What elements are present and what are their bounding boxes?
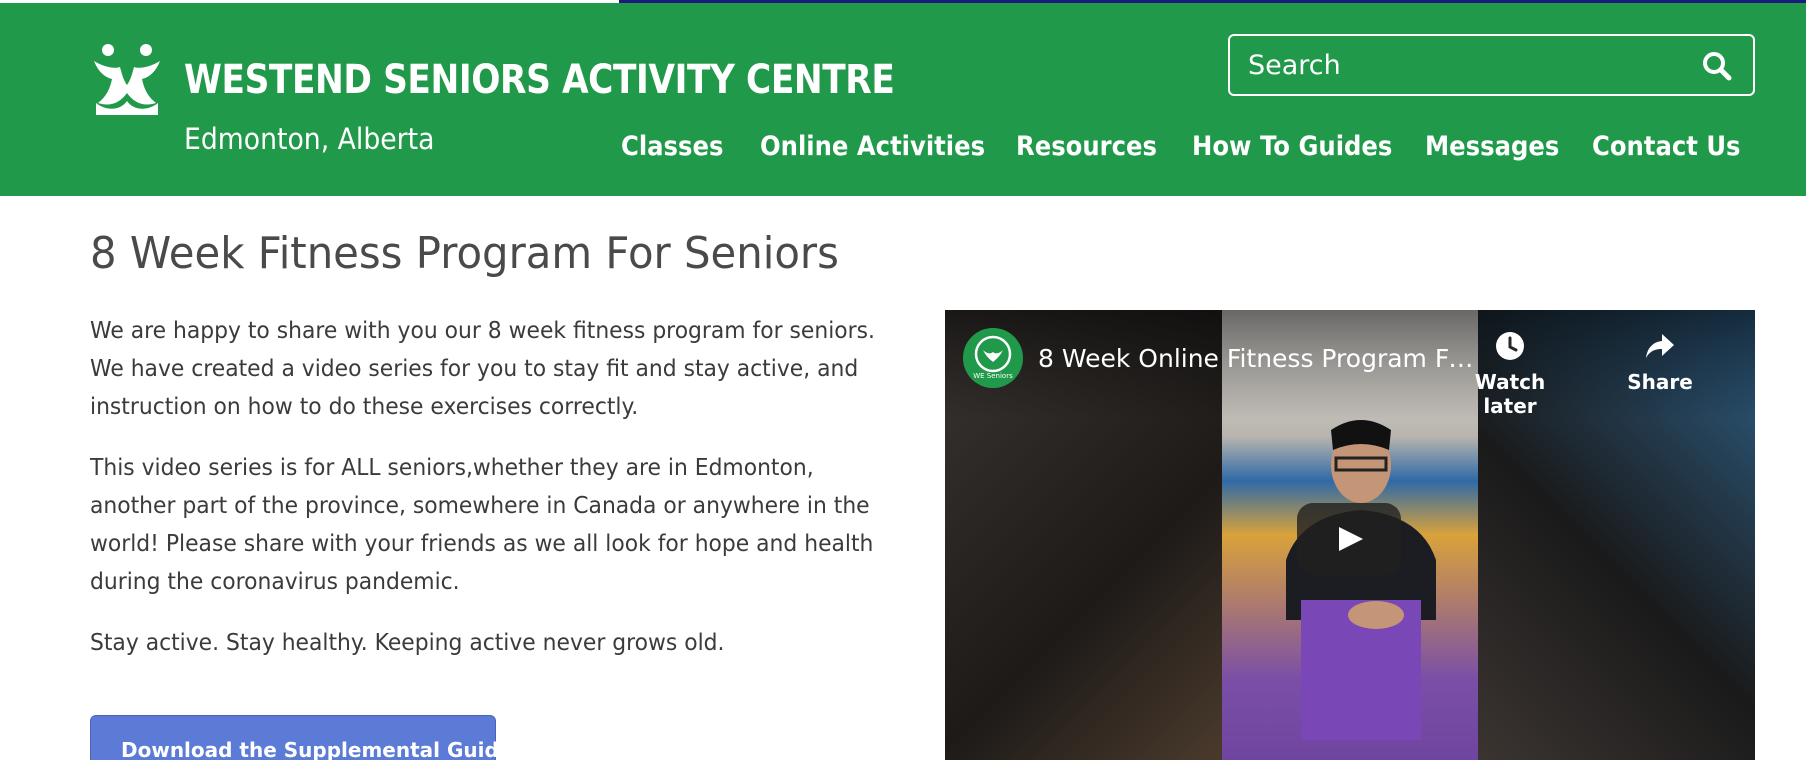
search-box xyxy=(1228,34,1755,96)
audience-paragraph: This video series is for ALL seniors,whe… xyxy=(90,455,874,595)
watch-later-button[interactable]: Watch later xyxy=(1455,330,1565,418)
download-guide-button[interactable]: Download the Supplemental Guide > xyxy=(90,715,536,760)
page-title: 8 Week Fitness Program For Seniors xyxy=(90,228,839,279)
page-content: We are happy to share with you our 8 wee… xyxy=(90,312,890,685)
site-header: WESTEND SENIORS ACTIVITY CENTRE Edmonton… xyxy=(0,3,1806,196)
main-nav: Classes Online Activities Resources How … xyxy=(0,131,1806,173)
nav-item-resources[interactable]: Resources xyxy=(1016,131,1157,162)
share-button[interactable]: Share xyxy=(1605,330,1715,394)
intro-paragraph: We are happy to share with you our 8 wee… xyxy=(90,318,875,420)
nav-item-classes[interactable]: Classes xyxy=(621,131,723,162)
site-title[interactable]: WESTEND SENIORS ACTIVITY CENTRE xyxy=(184,57,895,103)
watch-later-label: Watch later xyxy=(1474,370,1546,418)
play-icon xyxy=(1339,527,1363,551)
channel-logo-text: WE Seniors xyxy=(973,372,1013,380)
search-icon[interactable] xyxy=(1701,50,1733,82)
motto-paragraph: Stay active. Stay healthy. Keeping activ… xyxy=(90,630,725,656)
nav-item-contact-us[interactable]: Contact Us xyxy=(1592,131,1741,162)
share-icon xyxy=(1646,334,1674,358)
clock-icon xyxy=(1496,332,1524,360)
nav-item-messages[interactable]: Messages xyxy=(1425,131,1559,162)
share-label: Share xyxy=(1627,370,1693,394)
channel-logo-icon[interactable]: WE Seniors xyxy=(963,328,1023,388)
video-title[interactable]: 8 Week Online Fitness Program For Senior… xyxy=(1038,344,1485,373)
search-input[interactable] xyxy=(1248,46,1688,84)
nav-item-how-to-guides[interactable]: How To Guides xyxy=(1192,131,1392,162)
play-button[interactable] xyxy=(1297,503,1401,575)
nav-item-online-activities[interactable]: Online Activities xyxy=(760,131,985,162)
video-player[interactable]: WE Seniors 8 Week Online Fitness Program… xyxy=(945,310,1755,760)
logo-icon[interactable] xyxy=(90,41,164,115)
